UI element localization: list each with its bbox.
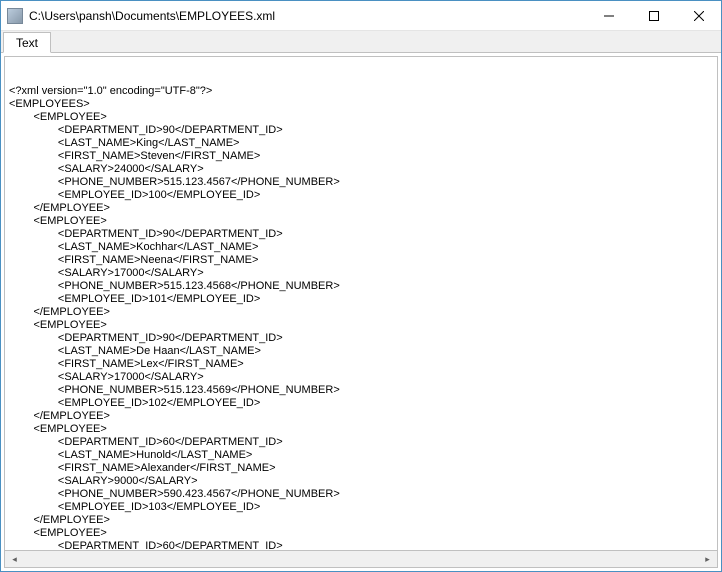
horizontal-scrollbar[interactable]: ◂ ▸ [4, 551, 718, 568]
minimize-button[interactable] [586, 1, 631, 30]
scroll-right-arrow[interactable]: ▸ [700, 553, 715, 566]
scroll-left-arrow[interactable]: ◂ [7, 553, 22, 566]
window-frame: C:\Users\pansh\Documents\EMPLOYEES.xml T… [0, 0, 722, 572]
tab-text[interactable]: Text [3, 32, 51, 53]
xml-content: <?xml version="1.0" encoding="UTF-8"?> <… [9, 85, 713, 551]
xml-text-area[interactable]: <?xml version="1.0" encoding="UTF-8"?> <… [4, 56, 718, 551]
tab-strip: Text [1, 31, 721, 53]
maximize-button[interactable] [631, 1, 676, 30]
window-controls [586, 1, 721, 30]
content-area: <?xml version="1.0" encoding="UTF-8"?> <… [1, 53, 721, 571]
close-button[interactable] [676, 1, 721, 30]
window-title: C:\Users\pansh\Documents\EMPLOYEES.xml [29, 9, 586, 23]
titlebar[interactable]: C:\Users\pansh\Documents\EMPLOYEES.xml [1, 1, 721, 31]
app-icon [7, 8, 23, 24]
